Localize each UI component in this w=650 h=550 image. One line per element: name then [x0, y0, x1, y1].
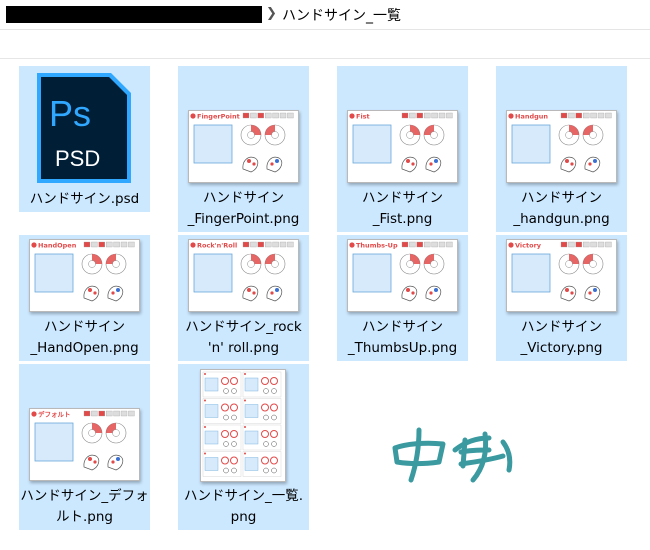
file-grid: Ps PSD ハンドサイン.psd FingerPoint ハンドサイン _Fin… — [0, 59, 650, 550]
file-name: ハンドサイン_rock'n' roll.png — [185, 319, 302, 356]
file-item-png[interactable]: HandOpen ハンドサイン _HandOpen.png — [19, 235, 150, 361]
file-name: ハンドサイン.psd — [29, 191, 140, 207]
svg-text:FingerPoint: FingerPoint — [197, 113, 240, 121]
file-item-png[interactable]: Rock'n'Roll ハンドサイン_rock'n' roll.png — [178, 235, 309, 361]
image-thumbnail: Handgun — [506, 110, 617, 183]
svg-text:Fist: Fist — [356, 113, 370, 121]
image-thumbnail: Victory — [506, 239, 617, 312]
file-name: ハンドサイン _Fist.png — [362, 190, 443, 227]
svg-text:HandOpen: HandOpen — [38, 242, 77, 250]
file-name: ハンドサイン _ThumbsUp.png — [347, 319, 458, 356]
file-name: ハンドサイン_デフォ ルト.png — [20, 488, 149, 525]
ps-text: Ps — [49, 93, 91, 134]
file-name: ハンドサイン _FingerPoint.png — [187, 190, 300, 227]
file-item-png[interactable]: Victory ハンドサイン _Victory.png — [496, 235, 627, 361]
svg-text:Victory: Victory — [515, 242, 542, 250]
image-thumbnail: デフォルト — [29, 408, 140, 481]
redacted-path — [6, 6, 262, 23]
image-thumbnail: HandOpen — [29, 239, 140, 312]
svg-text:Rock'n'Roll: Rock'n'Roll — [197, 242, 237, 250]
chevron-right-icon: ❯ — [266, 6, 277, 21]
file-item-png[interactable]: Fist ハンドサイン _Fist.png — [337, 66, 468, 232]
handwritten-signature — [392, 427, 513, 483]
image-thumbnail: FingerPoint — [188, 110, 299, 183]
file-item-png[interactable]: デフォルト ハンドサイン_デフォ ルト.png — [19, 364, 150, 530]
photoshop-icon: Ps PSD — [37, 73, 131, 183]
file-name: ハンドサイン _Victory.png — [520, 319, 603, 356]
svg-text:デフォルト: デフォルト — [38, 410, 71, 419]
file-name: ハンドサイン _handgun.png — [513, 190, 610, 227]
image-thumbnail: Rock'n'Roll — [188, 239, 299, 312]
file-item-psd[interactable]: Ps PSD ハンドサイン.psd — [19, 66, 150, 212]
psd-text: PSD — [55, 146, 100, 171]
file-item-png[interactable]: FingerPoint ハンドサイン _FingerPoint.png — [178, 66, 309, 232]
toolbar — [0, 30, 650, 59]
address-bar[interactable]: ❯ ハンドサイン_一覧 — [0, 0, 650, 30]
file-name: ハンドサイン_一覧. png — [183, 488, 304, 525]
breadcrumb-current-folder[interactable]: ハンドサイン_一覧 — [282, 5, 401, 25]
file-item-png[interactable]: ハンドサイン_一覧. png — [178, 364, 309, 530]
svg-text:Thumbs-Up: Thumbs-Up — [356, 242, 398, 250]
file-item-png[interactable]: Handgun ハンドサイン _handgun.png — [496, 66, 627, 232]
image-thumbnail: Thumbs-Up — [347, 239, 458, 312]
svg-text:Handgun: Handgun — [515, 113, 548, 121]
image-thumbnail: Fist — [347, 110, 458, 183]
file-item-png[interactable]: Thumbs-Up ハンドサイン _ThumbsUp.png — [337, 235, 468, 361]
file-name: ハンドサイン _HandOpen.png — [30, 319, 139, 356]
image-thumbnail — [200, 369, 286, 482]
